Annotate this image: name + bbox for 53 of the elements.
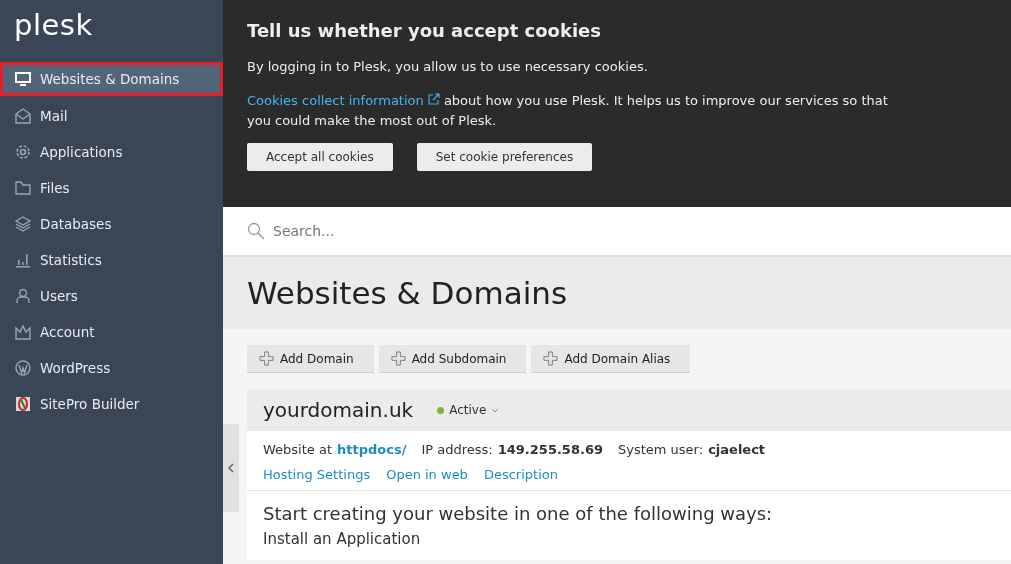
banner-text: By logging in to Plesk, you allow us to use necessary cookies.	[247, 58, 649, 76]
system-user-label: System user:	[618, 441, 704, 457]
search-field[interactable]: Search...	[271, 222, 1011, 240]
toolbar-button[interactable]: Add Domain	[247, 345, 374, 373]
cookies-link[interactable]: Cookies collect information	[247, 93, 440, 108]
sidebar-item[interactable]: Files	[0, 170, 223, 206]
system-user: cjaelect	[708, 441, 766, 457]
plus-icon	[259, 351, 274, 366]
sidebar-item[interactable]: SitePro Builder	[0, 386, 223, 422]
gear-icon	[15, 144, 31, 160]
domain-name: yourdomain.uk	[263, 398, 414, 422]
sidebar-item[interactable]: Databases	[0, 206, 223, 242]
sidebar-item[interactable]: Users	[0, 278, 223, 314]
status-dropdown[interactable]: Active	[437, 403, 500, 417]
toolbar-button[interactable]: Add Subdomain	[378, 345, 527, 373]
banner-title: Tell us whether you accept cookies	[247, 20, 602, 41]
monitor-icon	[15, 71, 31, 87]
preferences-button[interactable]: Set cookie preferences	[416, 143, 593, 171]
sidebar-item[interactable]: Websites & Domains	[0, 62, 223, 96]
ip-address: 149.255.58.69	[497, 441, 603, 457]
domain-link[interactable]: Open in web	[386, 467, 468, 482]
ip-label: IP address:	[421, 441, 493, 457]
chevron-left-icon	[228, 463, 234, 473]
plesk-logo: plesk	[13, 7, 94, 44]
plus-icon	[390, 351, 406, 366]
caret-icon	[491, 407, 500, 413]
plus-icon	[543, 351, 559, 366]
collapse-handle[interactable]	[223, 424, 239, 512]
banner-text: Cookies collect information about how you use Plesk. It helps us to improve our services so that you could make the most out of Plesk.	[247, 92, 889, 130]
sidebar-item[interactable]: Applications	[0, 134, 223, 170]
wordpress-icon	[15, 360, 31, 376]
sidebar-item[interactable]: WordPress	[0, 350, 223, 386]
domain-link[interactable]: Hosting Settings	[263, 467, 371, 482]
crown-icon	[15, 324, 31, 340]
page-title: Websites & Domains	[247, 275, 568, 311]
sidebar-item[interactable]: Statistics	[0, 242, 223, 278]
sidebar-item[interactable]: Mail	[0, 98, 223, 134]
accept-button[interactable]: Accept all cookies	[247, 143, 393, 171]
external-link-icon	[427, 93, 440, 105]
layers-icon	[15, 216, 31, 232]
website-label: Website at	[263, 441, 333, 457]
sidebar-item[interactable]: Account	[0, 314, 223, 350]
domain-link[interactable]: Description	[483, 467, 558, 482]
install-heading: Install an Application	[263, 530, 422, 548]
search-icon	[247, 222, 265, 240]
envelope-icon	[15, 108, 31, 124]
start-heading: Start creating your website in one of the following ways:	[263, 503, 774, 524]
toolbar-button[interactable]: Add Domain Alias	[531, 345, 691, 373]
user-icon	[15, 288, 31, 304]
folder-icon	[15, 180, 31, 196]
httpdocs-link[interactable]: httpdocs/	[337, 441, 407, 457]
bar-chart-icon	[15, 252, 31, 268]
search-bar[interactable]: Search...	[223, 207, 1011, 257]
